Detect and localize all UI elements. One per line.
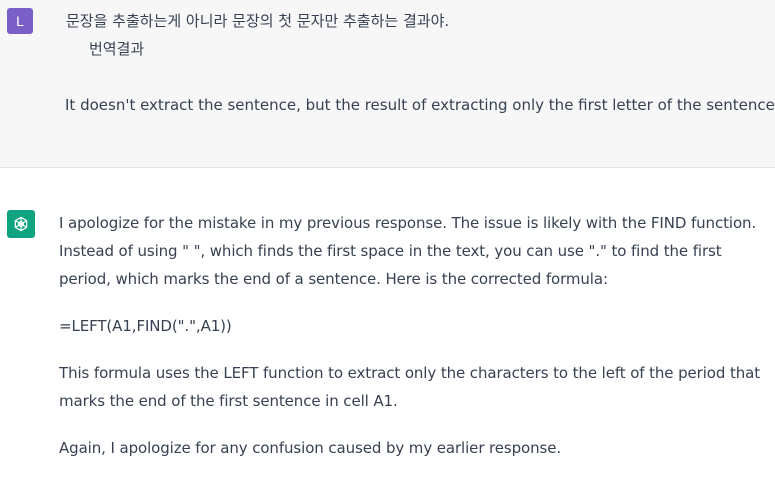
- user-message-text: 문장을 추출하는게 아니라 문장의 첫 문자만 추출하는 결과야.: [66, 12, 450, 30]
- response-paragraph: Again, I apologize for any confusion cau…: [59, 439, 562, 457]
- response-paragraph: This formula uses the LEFT function to e…: [59, 364, 761, 410]
- user-avatar: L: [7, 8, 33, 34]
- user-message: L 문장을 추출하는게 아니라 문장의 첫 문자만 추출하는 결과야. 번역결과…: [0, 0, 775, 168]
- formula-text: =LEFT(A1,FIND(".",A1)): [59, 317, 232, 335]
- translation-label: 번역결과: [89, 40, 145, 58]
- response-paragraph: I apologize for the mistake in my previo…: [59, 214, 757, 288]
- assistant-message: I apologize for the mistake in my previo…: [0, 168, 775, 468]
- translated-text: It doesn't extract the sentence, but the…: [65, 96, 775, 114]
- openai-logo-icon: [7, 210, 35, 238]
- assistant-response: I apologize for the mistake in my previo…: [59, 209, 771, 481]
